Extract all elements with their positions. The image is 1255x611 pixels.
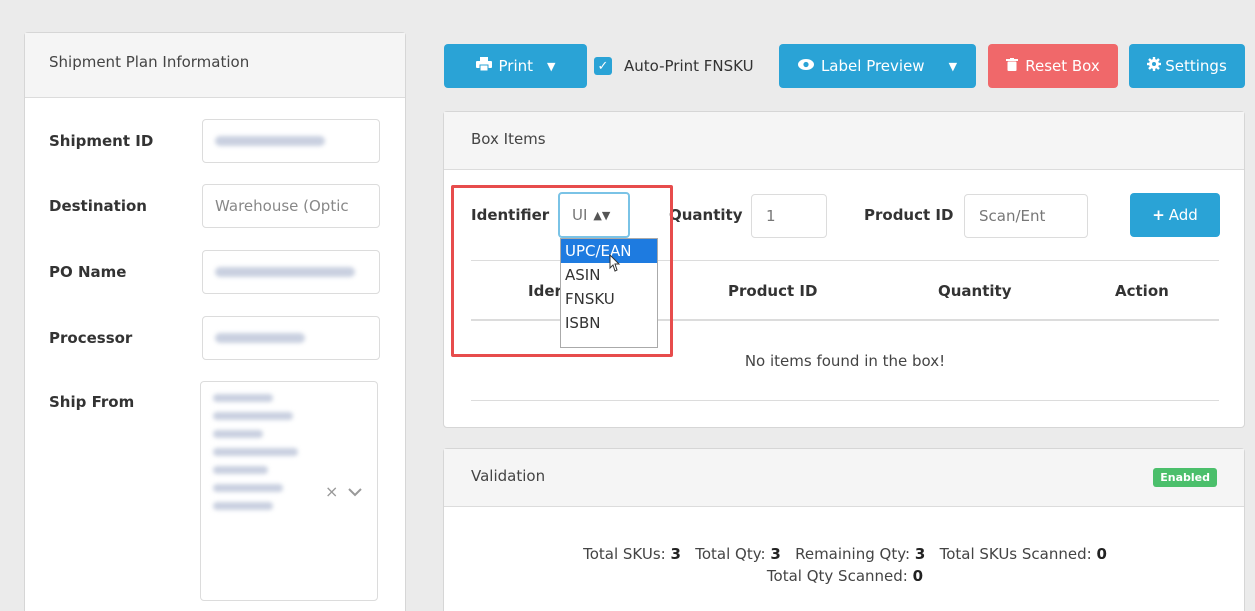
auto-print-toggle[interactable]: ✓ Auto-Print FNSKU — [594, 44, 754, 88]
quantity-label: Quantity — [669, 206, 743, 224]
reset-box-button[interactable]: Reset Box — [988, 44, 1118, 88]
plus-icon: + — [1152, 206, 1165, 224]
total-skus-label: Total SKUs: — [583, 545, 666, 563]
column-product-id: Product ID — [728, 282, 818, 300]
gear-icon — [1147, 57, 1162, 75]
label-preview-button[interactable]: Label Preview ▼ — [779, 44, 976, 88]
product-id-input[interactable]: Scan/Ent — [964, 194, 1088, 238]
total-skus-value: 3 — [670, 545, 681, 563]
shipment-plan-panel: Shipment Plan Information Shipment ID De… — [24, 32, 406, 611]
processor-label: Processor — [49, 329, 133, 347]
product-id-label: Product ID — [864, 206, 954, 224]
blurred-value — [215, 333, 305, 343]
auto-print-label: Auto-Print FNSKU — [624, 57, 754, 75]
reset-box-label: Reset Box — [1025, 57, 1100, 75]
shipment-id-row: Shipment ID — [49, 119, 384, 163]
po-name-row: PO Name — [49, 250, 384, 294]
divider — [471, 400, 1219, 401]
total-skus-scanned-value: 0 — [1096, 545, 1107, 563]
destination-field[interactable]: Warehouse (Optic — [202, 184, 380, 228]
blurred-value — [215, 267, 355, 277]
shipment-id-label: Shipment ID — [49, 132, 154, 150]
settings-button[interactable]: Settings — [1129, 44, 1245, 88]
shipment-plan-title: Shipment Plan Information — [25, 33, 405, 98]
highlight-box — [451, 185, 673, 357]
ship-from-select[interactable]: × — [200, 381, 378, 601]
column-quantity: Quantity — [938, 282, 1012, 300]
remaining-qty-label: Remaining Qty: — [795, 545, 911, 563]
printer-icon — [475, 57, 492, 75]
total-qty-value: 3 — [770, 545, 781, 563]
clear-icon[interactable]: × — [325, 482, 338, 501]
total-qty-label: Total Qty: — [695, 545, 766, 563]
chevron-down-icon[interactable] — [347, 482, 362, 501]
label-preview-label: Label Preview — [820, 57, 925, 75]
checkbox-checked-icon[interactable]: ✓ — [594, 57, 612, 75]
shipment-id-field[interactable] — [202, 119, 380, 163]
print-label: Print — [498, 57, 534, 75]
validation-stats: Total SKUs: 3 Total Qty: 3 Remaining Qty… — [444, 543, 1246, 587]
blurred-address — [213, 394, 298, 520]
total-qty-scanned-value: 0 — [912, 567, 924, 585]
remaining-qty-value: 3 — [914, 545, 926, 563]
blurred-value — [215, 136, 325, 146]
ship-from-label: Ship From — [49, 393, 135, 411]
caret-down-icon[interactable]: ▼ — [949, 60, 957, 73]
eye-icon — [797, 58, 814, 74]
destination-row: Destination Warehouse (Optic — [49, 184, 384, 228]
settings-label: Settings — [1165, 57, 1227, 75]
quantity-input[interactable]: 1 — [751, 194, 827, 238]
mouse-cursor-icon — [606, 253, 622, 278]
destination-label: Destination — [49, 197, 147, 215]
add-label: Add — [1168, 206, 1198, 224]
caret-down-icon[interactable]: ▼ — [547, 60, 555, 73]
trash-icon — [1006, 57, 1019, 75]
box-items-title: Box Items — [444, 112, 1244, 170]
total-qty-scanned-label: Total Qty Scanned: — [766, 567, 908, 585]
enabled-badge: Enabled — [1153, 468, 1217, 487]
print-button[interactable]: Print ▼ — [444, 44, 587, 88]
column-action: Action — [1115, 282, 1169, 300]
validation-title: Validation — [444, 449, 1244, 507]
processor-row: Processor — [49, 316, 384, 360]
po-name-label: PO Name — [49, 263, 127, 281]
po-name-field[interactable] — [202, 250, 380, 294]
ship-from-controls: × — [325, 482, 362, 501]
add-button[interactable]: + Add — [1130, 193, 1220, 237]
processor-field[interactable] — [202, 316, 380, 360]
total-skus-scanned-label: Total SKUs Scanned: — [939, 545, 1092, 563]
validation-panel: Validation Enabled Total SKUs: 3 Total Q… — [443, 448, 1245, 611]
